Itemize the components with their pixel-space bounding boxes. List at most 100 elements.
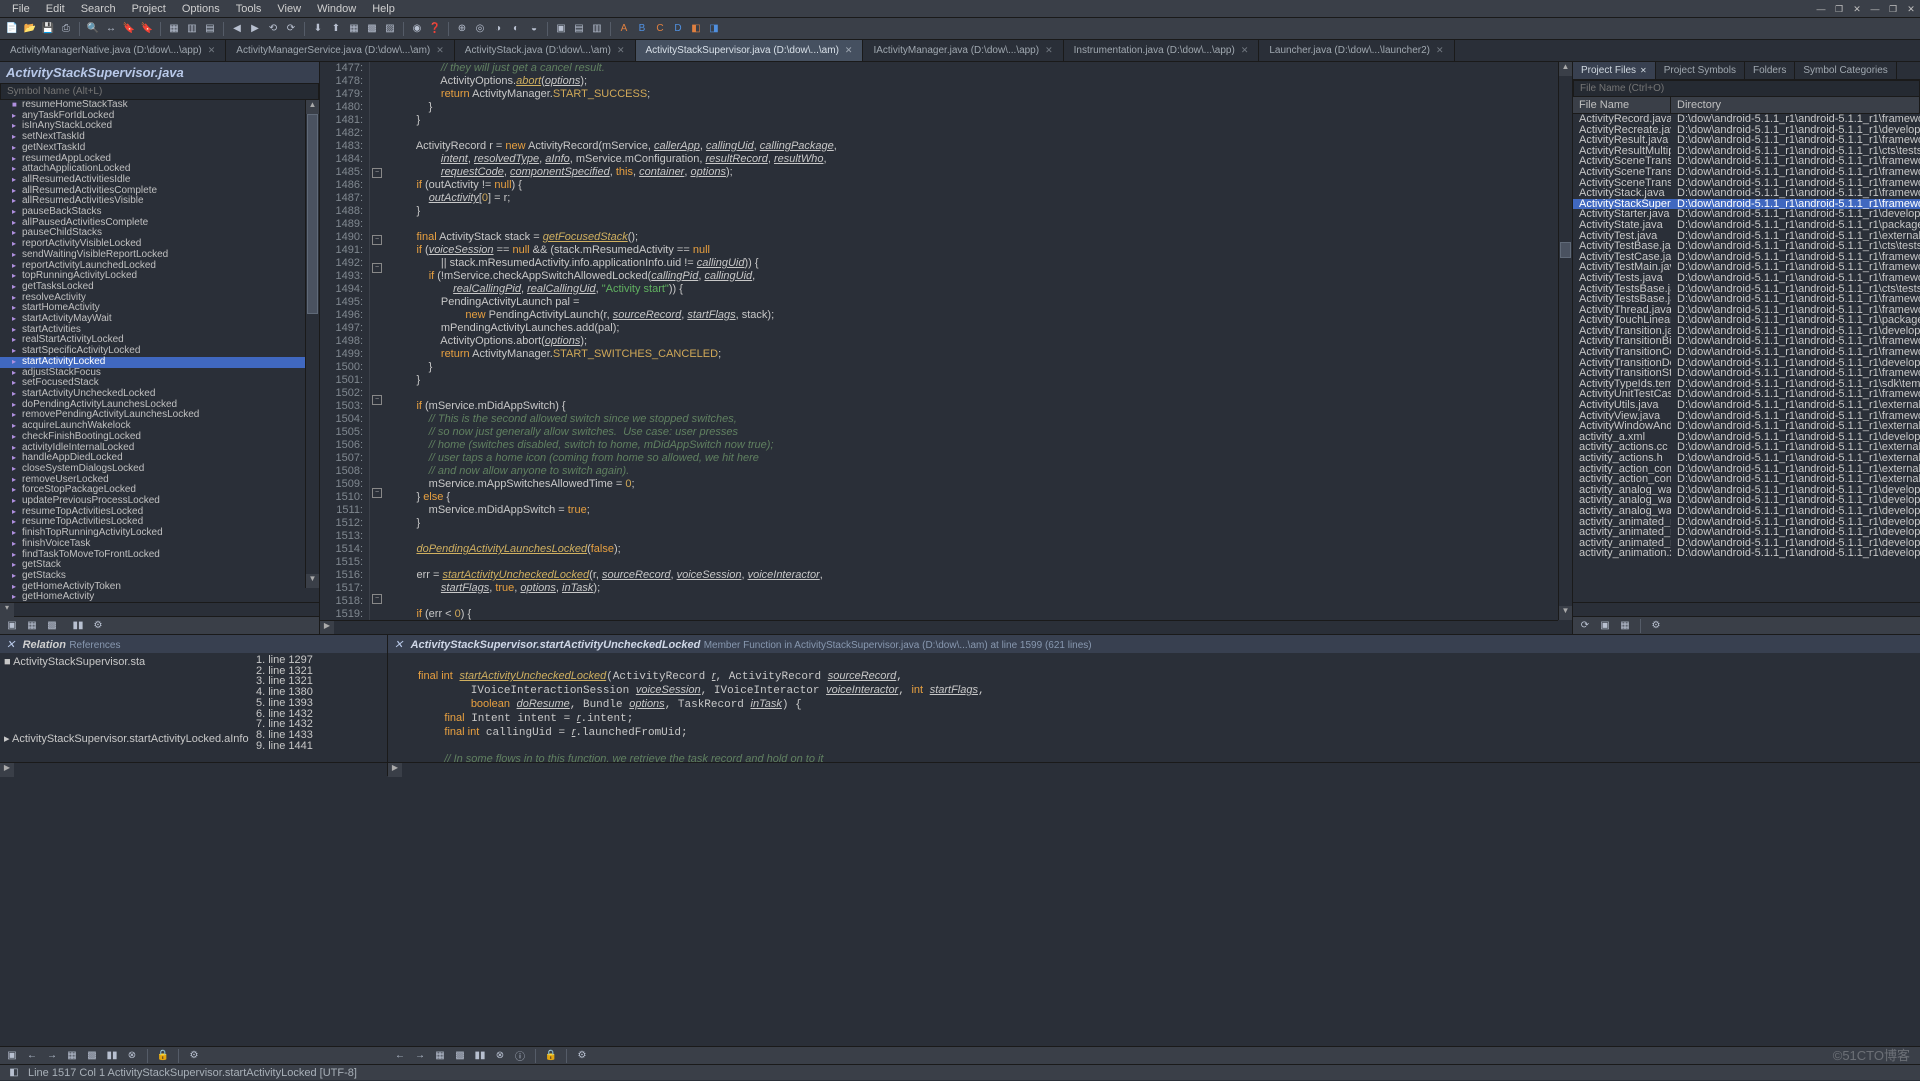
file-row[interactable]: ActivityResult.javaD:\dow\android-5.1.1_… bbox=[1573, 135, 1920, 146]
tool-icon[interactable]: ⊕ bbox=[454, 21, 470, 37]
nav-back-icon[interactable]: ← bbox=[24, 1048, 40, 1064]
nav-icon[interactable]: ⟲ bbox=[265, 21, 281, 37]
file-row[interactable]: ActivityTransitionStatD:\dow\android-5.1… bbox=[1573, 368, 1920, 379]
symbol-item[interactable]: getNextTaskId bbox=[0, 143, 319, 154]
symbol-item[interactable]: startActivityLocked bbox=[0, 357, 319, 368]
code-editor[interactable]: 1477: 1478: 1479: 1480: 1481: 1482: 1483… bbox=[320, 62, 1572, 634]
tool-icon[interactable]: ▣ bbox=[4, 1048, 20, 1064]
tool-icon[interactable]: ▨ bbox=[382, 21, 398, 37]
file-row[interactable]: ActivityResultMultipleD:\dow\android-5.1… bbox=[1573, 146, 1920, 157]
symbol-item[interactable]: checkFinishBootingLocked bbox=[0, 432, 319, 443]
scroll-down-icon[interactable]: ▼ bbox=[306, 574, 319, 588]
file-row[interactable]: ActivityTestCase.javaD:\dow\android-5.1.… bbox=[1573, 252, 1920, 263]
file-row[interactable]: activity_actions.ccD:\dow\android-5.1.1_… bbox=[1573, 442, 1920, 453]
tool-icon[interactable]: ▩ bbox=[452, 1048, 468, 1064]
tool-icon[interactable]: A bbox=[616, 21, 632, 37]
book-icon[interactable]: 🔖 bbox=[121, 21, 137, 37]
file-tab[interactable]: Launcher.java (D:\dow\...\launcher2)✕ bbox=[1259, 40, 1454, 61]
find-icon[interactable]: 🔍 bbox=[85, 21, 101, 37]
symbol-item[interactable]: finishVoiceTask bbox=[0, 539, 319, 550]
tool-icon[interactable]: ▮▮ bbox=[70, 618, 86, 634]
gear-icon[interactable]: ⚙ bbox=[186, 1048, 202, 1064]
file-row[interactable]: ActivitySceneTransitiD:\dow\android-5.1.… bbox=[1573, 156, 1920, 167]
symbol-list[interactable]: resumeHomeStackTaskanyTaskForIdLockedisI… bbox=[0, 100, 319, 602]
restore-button[interactable]: ❐ bbox=[1830, 0, 1848, 18]
tool-icon[interactable]: ❓ bbox=[427, 21, 443, 37]
symbol-item[interactable]: sendWaitingVisibleReportLocked bbox=[0, 250, 319, 261]
file-tab[interactable]: ActivityManagerNative.java (D:\dow\...\a… bbox=[0, 40, 226, 61]
menu-options[interactable]: Options bbox=[174, 3, 228, 15]
menu-edit[interactable]: Edit bbox=[38, 3, 73, 15]
fold-toggle-icon[interactable]: − bbox=[372, 235, 382, 245]
fold-toggle-icon[interactable]: − bbox=[372, 168, 382, 178]
tool-icon[interactable]: C bbox=[652, 21, 668, 37]
close-icon[interactable]: ✕ bbox=[6, 639, 15, 651]
file-row[interactable]: activity_actions.hD:\dow\android-5.1.1_r… bbox=[1573, 453, 1920, 464]
menu-view[interactable]: View bbox=[269, 3, 309, 15]
file-row[interactable]: ActivityState.javaD:\dow\android-5.1.1_r… bbox=[1573, 220, 1920, 231]
tool-icon[interactable]: ◒ bbox=[526, 21, 542, 37]
tool-icon[interactable]: ▦ bbox=[1617, 618, 1633, 634]
file-row[interactable]: activity_action_constD:\dow\android-5.1.… bbox=[1573, 464, 1920, 475]
tool-icon[interactable]: ◧ bbox=[688, 21, 704, 37]
nav-fwd-icon[interactable]: → bbox=[412, 1048, 428, 1064]
saveall-icon[interactable]: ⎙ bbox=[58, 21, 74, 37]
nav-icon[interactable]: ◀ bbox=[229, 21, 245, 37]
file-row[interactable]: ActivityStackSupervisD:\dow\android-5.1.… bbox=[1573, 199, 1920, 210]
close-icon[interactable]: ✕ bbox=[208, 45, 216, 56]
relation-tree[interactable]: ■ ActivityStackSupervisor.sta ▸ Activity… bbox=[0, 653, 252, 762]
minimize-button[interactable]: — bbox=[1812, 0, 1830, 18]
book-icon[interactable]: 🔖 bbox=[139, 21, 155, 37]
list-item[interactable]: ■ ActivityStackSupervisor.sta bbox=[0, 655, 252, 669]
tool-icon[interactable]: ▦ bbox=[346, 21, 362, 37]
file-row[interactable]: activity_animation.xmlD:\dow\android-5.1… bbox=[1573, 548, 1920, 559]
tool-icon[interactable]: ▩ bbox=[364, 21, 380, 37]
file-row[interactable]: ActivityUtils.javaD:\dow\android-5.1.1_r… bbox=[1573, 400, 1920, 411]
close-icon[interactable]: ✕ bbox=[845, 45, 853, 56]
file-row[interactable]: ActivityTransitionCooD:\dow\android-5.1.… bbox=[1573, 347, 1920, 358]
gear-icon[interactable]: ⚙ bbox=[1648, 618, 1664, 634]
tool-icon[interactable]: ◐ bbox=[508, 21, 524, 37]
tool-icon[interactable]: ▦ bbox=[24, 618, 40, 634]
close-icon[interactable]: ✕ bbox=[394, 639, 403, 651]
scroll-menu-icon[interactable]: ▾ bbox=[0, 603, 14, 617]
file-row[interactable]: activity_animated_noD:\dow\android-5.1.1… bbox=[1573, 538, 1920, 549]
close-icon[interactable]: ✕ bbox=[1045, 45, 1053, 56]
file-row[interactable]: activity_animated_noD:\dow\android-5.1.1… bbox=[1573, 517, 1920, 528]
symbol-filter-input[interactable] bbox=[0, 83, 319, 100]
file-row[interactable]: ActivityRecreate.javaD:\dow\android-5.1.… bbox=[1573, 125, 1920, 136]
open-icon[interactable]: 📂 bbox=[22, 21, 38, 37]
new-icon[interactable]: 📄 bbox=[4, 21, 20, 37]
file-row[interactable]: ActivityThread.javaD:\dow\android-5.1.1_… bbox=[1573, 305, 1920, 316]
tool-icon[interactable]: ◑ bbox=[490, 21, 506, 37]
file-row[interactable]: activity_animated_noD:\dow\android-5.1.1… bbox=[1573, 527, 1920, 538]
scroll-down-icon[interactable]: ▼ bbox=[1559, 606, 1572, 620]
col-directory[interactable]: Directory bbox=[1671, 97, 1920, 113]
close-button[interactable]: ✕ bbox=[1848, 0, 1866, 18]
gear-icon[interactable]: ⚙ bbox=[90, 618, 106, 634]
file-tab[interactable]: ActivityStackSupervisor.java (D:\dow\...… bbox=[636, 40, 864, 61]
file-row[interactable]: ActivityTransitionDetD:\dow\android-5.1.… bbox=[1573, 358, 1920, 369]
file-row[interactable]: ActivityTest.javaD:\dow\android-5.1.1_r1… bbox=[1573, 231, 1920, 242]
col-filename[interactable]: File Name bbox=[1573, 97, 1671, 113]
file-tab[interactable]: Instrumentation.java (D:\dow\...\app)✕ bbox=[1064, 40, 1260, 61]
tool-icon[interactable]: D bbox=[670, 21, 686, 37]
file-row[interactable]: ActivityUnitTestCaseD:\dow\android-5.1.1… bbox=[1573, 389, 1920, 400]
tool-icon[interactable]: ▣ bbox=[553, 21, 569, 37]
fold-column[interactable]: −−−−−− bbox=[370, 62, 384, 634]
file-row[interactable]: ActivityWindowAndroD:\dow\android-5.1.1_… bbox=[1573, 421, 1920, 432]
panel-tab[interactable]: Project Symbols bbox=[1656, 62, 1745, 79]
scroll-right-icon[interactable]: ▶ bbox=[0, 763, 14, 777]
file-row[interactable]: ActivityView.javaD:\dow\android-5.1.1_r1… bbox=[1573, 411, 1920, 422]
file-row[interactable]: ActivityTransition.javaD:\dow\android-5.… bbox=[1573, 326, 1920, 337]
tool-icon[interactable]: ◉ bbox=[409, 21, 425, 37]
status-icon[interactable]: ◧ bbox=[6, 1065, 22, 1081]
menu-help[interactable]: Help bbox=[364, 3, 403, 15]
tool-icon[interactable]: 🔒 bbox=[543, 1048, 559, 1064]
file-filter-input[interactable] bbox=[1573, 80, 1920, 97]
minimize-button[interactable]: — bbox=[1866, 0, 1884, 18]
close-icon[interactable]: ✕ bbox=[436, 45, 444, 56]
tool-icon[interactable]: ⓘ bbox=[512, 1048, 528, 1064]
tile-icon[interactable]: ▦ bbox=[166, 21, 182, 37]
close-icon[interactable]: ✕ bbox=[1436, 45, 1444, 56]
